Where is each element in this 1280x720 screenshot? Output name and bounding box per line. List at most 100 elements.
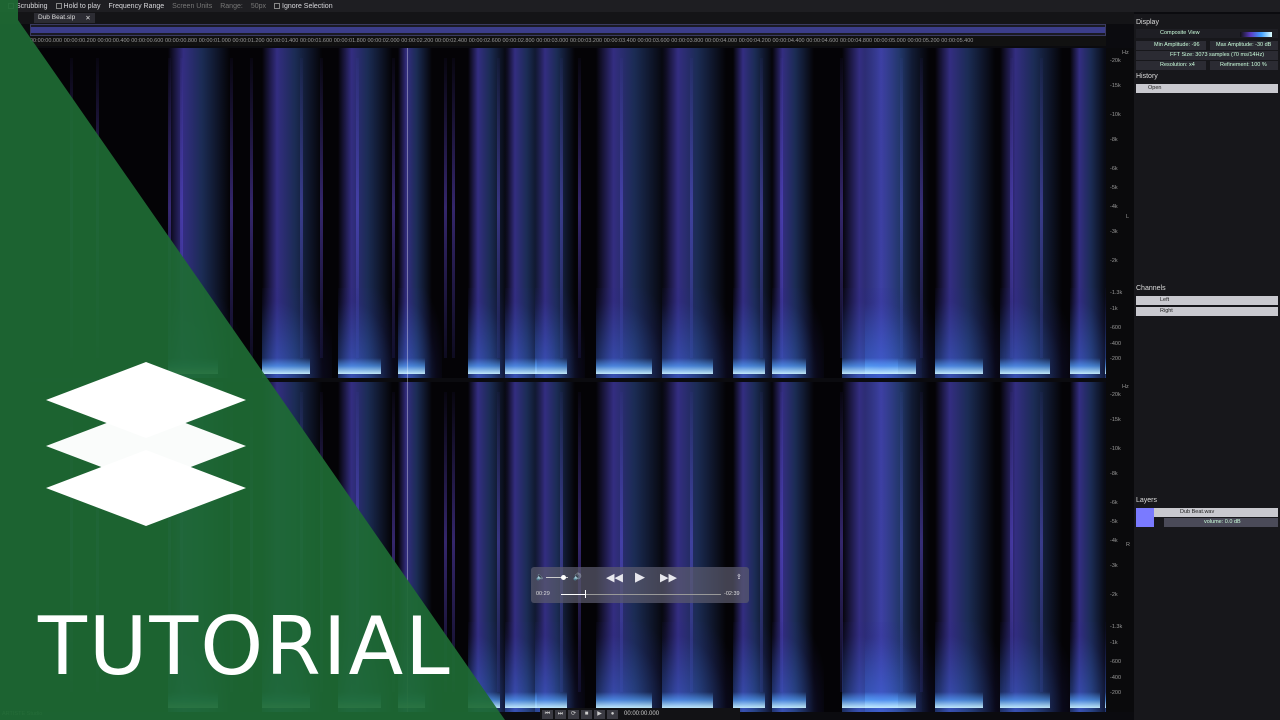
time-ruler-tick: 00:00:02.400 (435, 38, 468, 44)
remaining-time: -02:39 (724, 591, 740, 597)
fast-forward-icon[interactable]: ▶▶ (660, 571, 677, 584)
tool-options-bar: Scrubbing Hold to play Frequency Range S… (0, 0, 1280, 12)
share-icon[interactable]: ⇪ (736, 573, 742, 581)
hold-to-play-option[interactable]: Hold to play (55, 2, 101, 10)
spectral-layer (733, 358, 765, 374)
speaker-icon[interactable]: 🔈 (536, 573, 545, 581)
spectral-drum-hit (733, 48, 783, 378)
scrubbing-label: Scrubbing (16, 2, 48, 10)
scrubbing-option[interactable]: Scrubbing (8, 3, 48, 10)
scrubbing-checkbox[interactable] (8, 2, 14, 9)
frequency-tick: -20k (1110, 57, 1121, 64)
time-ruler-tick: 00:00:03.200 (570, 38, 603, 44)
document-tab-bar (0, 12, 1134, 24)
frequency-tick: -10k (1110, 111, 1121, 118)
go-to-end-icon[interactable]: ⏭ (555, 709, 566, 719)
frequency-tick: -1.3k (1110, 623, 1123, 630)
progress-scrubber[interactable] (585, 590, 586, 598)
frequency-tick: -3k (1110, 229, 1118, 236)
channel-item-left[interactable]: Left (1136, 296, 1278, 305)
fft-size-label: FFT Size: 3073 samples (70 ms/14Hz) (1170, 52, 1265, 58)
frequency-tick: -5k (1110, 518, 1118, 525)
volume-slider-knob[interactable] (561, 575, 567, 580)
go-to-start-icon[interactable]: ⏮ (542, 709, 553, 719)
max-amplitude-field[interactable]: Max Amplitude: -30 dB (1210, 41, 1278, 50)
spectral-drum-hit (262, 48, 332, 378)
resolution-label: Resolution: x4 (1160, 62, 1195, 68)
frequency-tick: -400 (1110, 674, 1122, 681)
frequency-tick: -15k (1110, 82, 1121, 89)
channel-left-label: Left (1160, 297, 1170, 303)
spectral-drum-hit (1000, 48, 1072, 378)
channel-item-right[interactable]: Right (1136, 307, 1278, 316)
transport-bar: ⏮ ⏭ ⟳ ■ ▶ ● 00:00:00.000 (540, 708, 740, 720)
range-value[interactable]: 50px (251, 3, 266, 10)
record-icon[interactable]: ● (607, 709, 618, 719)
history-item-open[interactable]: Open (1136, 84, 1278, 93)
spectral-transient-line (70, 58, 73, 358)
ignore-selection-option[interactable]: Ignore Selection (274, 3, 333, 10)
status-text: ARTISTE Studio (2, 711, 43, 717)
time-ruler-tick: 00:00:00.200 (63, 38, 96, 44)
frequency-tick: -200 (1110, 690, 1122, 697)
spectral-layer (935, 692, 983, 708)
channel-right-label: Right (1160, 308, 1173, 314)
channels-panel-title: Channels (1136, 285, 1166, 292)
rewind-icon[interactable]: ◀◀ (606, 571, 623, 584)
frequency-tick: -15k (1110, 416, 1121, 423)
time-ruler-tick: 00:00:05.000 (873, 38, 906, 44)
spectral-drum-hit (1070, 48, 1106, 378)
spectral-layer (505, 692, 537, 708)
hold-to-play-checkbox[interactable] (55, 2, 62, 9)
elapsed-time: 00:29 (536, 591, 550, 597)
spectral-drum-hit (935, 382, 1005, 712)
layer-item[interactable]: Dub Beat.wav (1136, 508, 1278, 517)
ignore-selection-checkbox[interactable] (274, 2, 280, 9)
spectral-drum-hit (772, 382, 824, 712)
resolution-field[interactable]: Resolution: x4 (1136, 61, 1206, 70)
spectral-layer (1000, 692, 1050, 708)
layer-volume-label: volume: 0.0 dB (1204, 519, 1241, 525)
refinement-field[interactable]: Refinement: 100 % (1210, 61, 1278, 70)
spectral-layer (1000, 358, 1050, 374)
loop-icon[interactable]: ⟳ (568, 709, 579, 719)
spectral-drum-hit (468, 382, 518, 712)
spectral-layer (338, 692, 382, 708)
spectral-drum-hit (168, 48, 240, 378)
display-panel-title: Display (1136, 19, 1159, 26)
spectral-drum-hit (865, 48, 939, 378)
min-amplitude-field[interactable]: Min Amplitude: -96 dB (1136, 41, 1206, 57)
frequency-tick: -2k (1110, 591, 1118, 598)
play-transport-icon[interactable]: ▶ (594, 709, 605, 719)
close-icon[interactable]: ✕ (85, 14, 90, 22)
time-ruler-tick: 00:00:00.600 (131, 38, 164, 44)
layer-volume-slider[interactable]: volume: 0.0 dB (1164, 518, 1278, 527)
layer-name: Dub Beat.wav (1180, 509, 1215, 515)
speaker-loud-icon[interactable]: 🔊 (573, 573, 582, 581)
units-dropdown[interactable]: Screen Units (172, 3, 212, 10)
hold-to-play-label: Hold to play (63, 2, 101, 10)
media-player-overlay: 🔈 🔊 ◀◀ ▶ ▶▶ ⇪ 00:29 -02:39 (531, 567, 749, 603)
play-icon[interactable]: ▶ (635, 569, 645, 585)
time-ruler-tick: 00:00:04.000 (705, 38, 738, 44)
layer-color-swatch (1136, 508, 1154, 527)
frequency-tick: -4k (1110, 537, 1118, 544)
fft-size-field[interactable]: FFT Size: 3073 samples (70 ms/14Hz) (1136, 51, 1278, 60)
time-ruler-tick: 00:00:04.200 (738, 38, 771, 44)
time-ruler-tick: 00:00:03.800 (671, 38, 704, 44)
time-ruler-tick: 00:00:05.200 (907, 38, 940, 44)
time-ruler[interactable]: 00:00:00.000 00:00:00.200 00:00:00.400 00:0… (30, 36, 1106, 46)
time-ruler-tick: 00:00:03.000 (536, 38, 569, 44)
time-ruler-tick: 00:00:04.600 (806, 38, 839, 44)
spectral-drum-hit (935, 48, 1005, 378)
spectral-layer (662, 692, 714, 708)
time-ruler-tick: 00:00:02.000 (367, 38, 400, 44)
overview-view-range[interactable] (31, 27, 1105, 33)
stop-icon[interactable]: ■ (581, 709, 592, 719)
document-tab[interactable]: Dub Beat.slp ✕ (34, 13, 95, 23)
time-ruler-tick: 00:00:04.800 (840, 38, 873, 44)
spectral-drum-hit (535, 48, 585, 378)
color-map-swatch[interactable] (1240, 32, 1272, 37)
spectrogram-channel-left[interactable] (30, 48, 1106, 378)
progress-fill (561, 594, 585, 595)
